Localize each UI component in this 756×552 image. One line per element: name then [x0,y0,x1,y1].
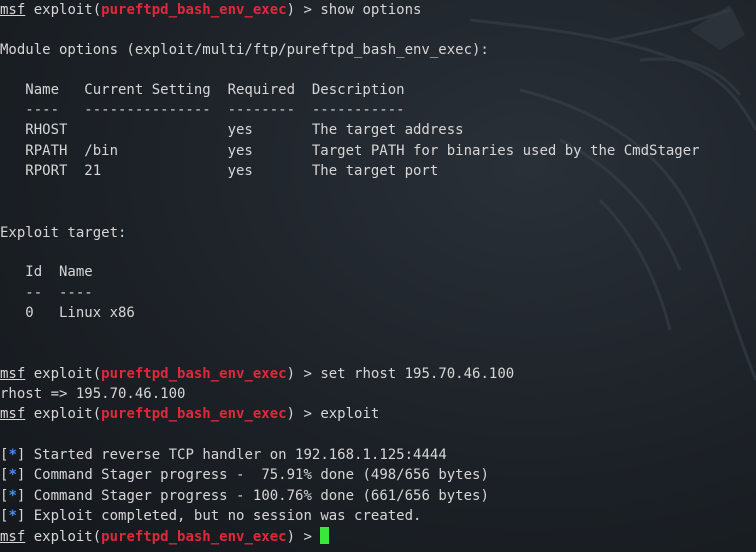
status-marker: * [8,447,17,463]
prompt-prefix: exploit( [25,406,102,422]
options-table-underline: ---- --------------- -------- ----------… [0,102,405,118]
prompt-prefix: exploit( [25,2,102,18]
command-text: set rhost 195.70.46.100 [320,366,515,382]
prompt-line-set-rhost: msf exploit(pureftpd_bash_env_exec) > se… [0,364,514,384]
msf-label: msf [0,2,26,18]
prompt-suffix: ) > [286,529,321,545]
prompt-suffix: ) > [286,2,321,18]
command-text: exploit [320,406,380,422]
prompt-prefix: exploit( [25,529,102,545]
status-marker: * [8,488,17,504]
status-marker: * [8,467,17,483]
prompt-line-show-options: msf exploit(pureftpd_bash_env_exec) > sh… [0,0,421,20]
status-line: [*] Command Stager progress - 75.91% don… [0,467,489,483]
module-name: pureftpd_bash_env_exec [101,529,287,545]
module-options-heading: Module options (exploit/multi/ftp/pureft… [0,42,489,58]
status-text: Command Stager progress - 75.91% done (4… [25,467,489,483]
module-name: pureftpd_bash_env_exec [101,406,287,422]
terminal-window[interactable]: msf exploit(pureftpd_bash_env_exec) > sh… [0,0,756,552]
terminal-cursor[interactable] [320,527,330,544]
status-marker: * [8,508,17,524]
set-output: rhost => 195.70.46.100 [0,386,186,402]
msf-label: msf [0,529,26,545]
module-name: pureftpd_bash_env_exec [101,2,287,18]
command-text: show options [320,2,422,18]
exploit-target-heading: Exploit target: [0,225,127,241]
status-text: Command Stager progress - 100.76% done (… [25,488,489,504]
prompt-line-current[interactable]: msf exploit(pureftpd_bash_env_exec) > [0,527,330,547]
prompt-suffix: ) > [286,406,321,422]
target-table-row: 0 Linux x86 [0,305,135,321]
msf-label: msf [0,406,26,422]
status-text: Started reverse TCP handler on 192.168.1… [25,447,447,463]
status-text: Exploit completed, but no session was cr… [25,508,422,524]
status-line: [*] Exploit completed, but no session wa… [0,508,422,524]
prompt-line-exploit: msf exploit(pureftpd_bash_env_exec) > ex… [0,404,379,424]
options-table-row: RHOST yes The target address [0,122,464,138]
target-table-header: Id Name [0,264,93,280]
status-line: [*] Command Stager progress - 100.76% do… [0,488,489,504]
target-table-underline: -- ---- [0,285,93,301]
options-table-row: RPORT 21 yes The target port [0,163,439,179]
module-name: pureftpd_bash_env_exec [101,366,287,382]
status-line: [*] Started reverse TCP handler on 192.1… [0,447,447,463]
options-table-row: RPATH /bin yes Target PATH for binaries … [0,143,700,159]
prompt-prefix: exploit( [25,366,102,382]
options-table-header: Name Current Setting Required Descriptio… [0,82,405,98]
msf-label: msf [0,366,26,382]
prompt-suffix: ) > [286,366,321,382]
